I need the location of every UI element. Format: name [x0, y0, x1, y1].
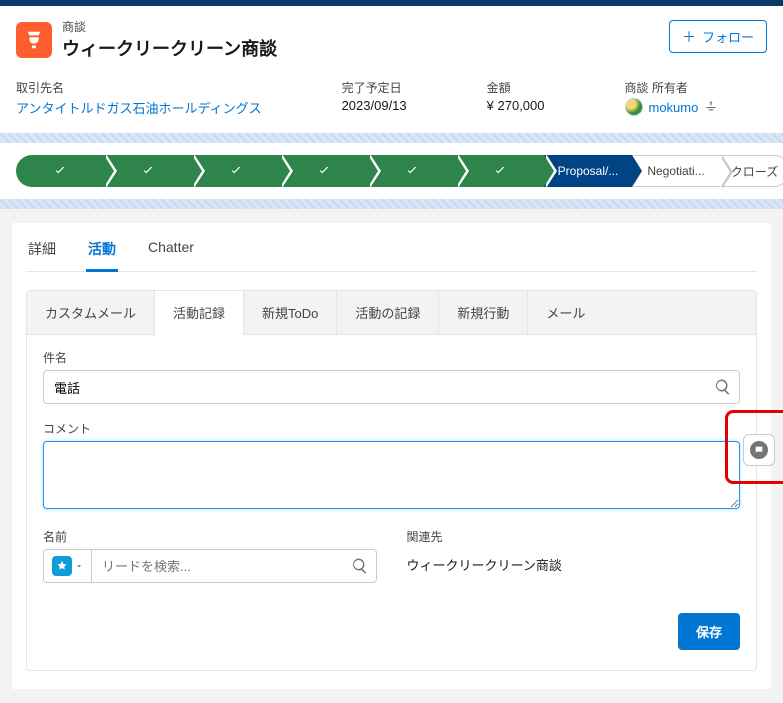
path-step-complete-6[interactable] [456, 155, 544, 187]
subtab-new-action[interactable]: 新規行動 [439, 291, 528, 334]
subject-input[interactable] [43, 370, 740, 404]
account-link[interactable]: アンタイトルドガス石油ホールディングス [16, 98, 262, 117]
comment-label: コメント [43, 420, 740, 437]
main-tab-bar: 詳細 活動 Chatter [26, 239, 757, 272]
chevron-down-icon [74, 561, 84, 571]
path-step-complete-5[interactable] [368, 155, 456, 187]
path-step-complete-1[interactable] [16, 155, 104, 187]
check-icon [53, 164, 67, 178]
subtab-custom-mail[interactable]: カスタムメール [27, 291, 155, 334]
check-icon [405, 164, 419, 178]
check-icon [141, 164, 155, 178]
divider-strip [0, 133, 783, 143]
subtab-log-activity[interactable]: 活動の記録 [337, 291, 439, 334]
check-icon [317, 164, 331, 178]
chat-assist-button[interactable] [743, 434, 775, 466]
subtab-new-todo[interactable]: 新規ToDo [244, 291, 337, 334]
record-type-label: 商談 [62, 18, 277, 35]
tab-details[interactable]: 詳細 [26, 239, 58, 272]
lookup-type-picker[interactable] [43, 549, 91, 583]
opportunity-icon [16, 22, 52, 58]
comment-textarea[interactable] [43, 441, 740, 509]
subtab-mail[interactable]: メール [528, 291, 603, 334]
tab-activity[interactable]: 活動 [86, 239, 118, 272]
path-step-complete-3[interactable] [192, 155, 280, 187]
related-label: 関連先 [407, 528, 741, 545]
path-step-complete-4[interactable] [280, 155, 368, 187]
amount-value: ¥ 270,000 [487, 98, 545, 113]
related-value: ウィークリークリーン商談 [407, 549, 741, 574]
amount-label: 金額 [487, 79, 545, 96]
tab-chatter[interactable]: Chatter [146, 239, 196, 272]
activity-sub-tabs: カスタムメール 活動記録 新規ToDo 活動の記録 新規行動 メール [27, 291, 756, 335]
check-icon [229, 164, 243, 178]
name-lookup-input[interactable] [91, 549, 377, 583]
activity-panel: カスタムメール 活動記録 新規ToDo 活動の記録 新規行動 メール 件名 コメ… [26, 290, 757, 671]
close-date-value: 2023/09/13 [342, 98, 407, 113]
account-label: 取引先名 [16, 79, 262, 96]
plus-icon: ＋ [682, 30, 696, 44]
search-icon[interactable] [714, 378, 732, 396]
path-step-current[interactable]: Proposal/... [544, 155, 632, 187]
close-date-label: 完了予定日 [342, 79, 407, 96]
chat-icon [750, 441, 768, 459]
owner-label: 商談 所有者 [625, 79, 719, 96]
record-body: 詳細 活動 Chatter カスタムメール 活動記録 新規ToDo 活動の記録 … [12, 223, 771, 689]
check-icon [493, 164, 507, 178]
name-label: 名前 [43, 528, 377, 545]
follow-button-label: フォロー [702, 27, 754, 46]
record-header: 商談 ウィークリークリーン商談 ＋ フォロー 取引先名 アンタイトルドガス石油ホ… [0, 6, 783, 133]
record-title: ウィークリークリーン商談 [62, 35, 277, 61]
subtab-activity-record[interactable]: 活動記録 [155, 291, 244, 335]
follow-button[interactable]: ＋ フォロー [669, 20, 767, 53]
owner-avatar [625, 98, 643, 116]
sales-path: Proposal/... Negotiati... クローズ [0, 143, 783, 199]
lead-icon [52, 556, 72, 576]
path-step-future-1[interactable]: Negotiati... [632, 155, 720, 187]
owner-link[interactable]: mokumo [649, 100, 699, 115]
save-button[interactable]: 保存 [678, 613, 740, 650]
divider-strip-2 [0, 199, 783, 209]
subject-label: 件名 [43, 349, 740, 366]
search-icon[interactable] [351, 557, 369, 575]
change-owner-icon[interactable] [704, 100, 718, 114]
path-step-complete-2[interactable] [104, 155, 192, 187]
